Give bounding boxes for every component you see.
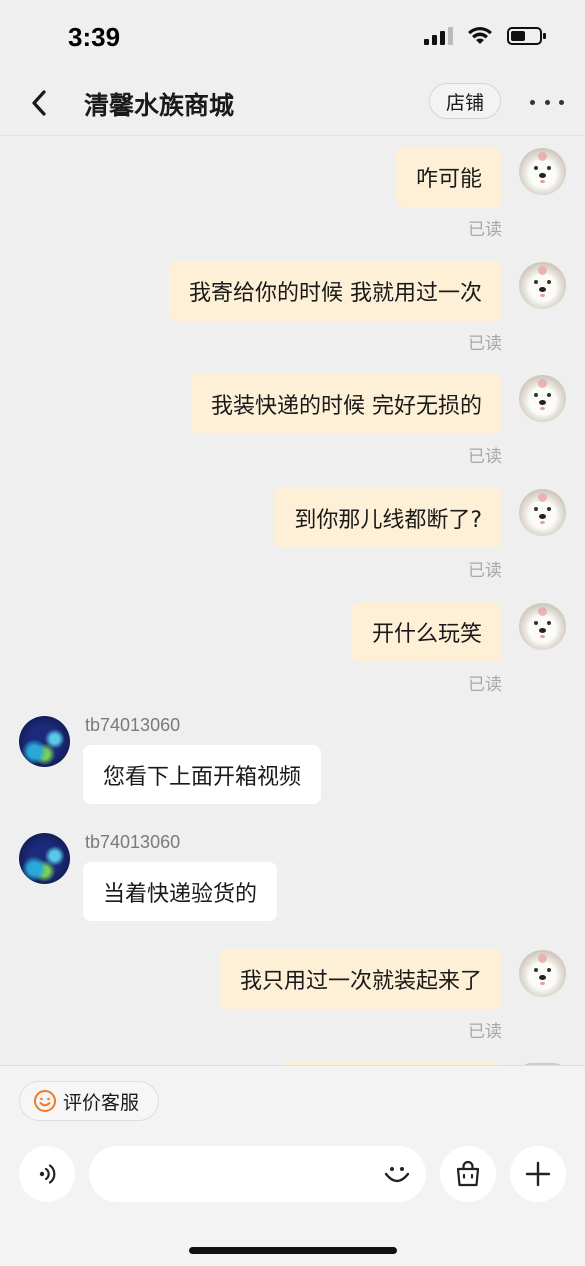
- status-time: 3:39: [68, 22, 121, 52]
- sender-name: tb74013060: [85, 832, 181, 852]
- read-status: 已读: [468, 675, 502, 695]
- chat-list[interactable]: 咋可能 已读 我寄给你的时候 我就用过一次 已读 我装快递的时候 完好无损的 已…: [0, 137, 585, 1065]
- more-dots-icon: [530, 99, 535, 105]
- message-bubble[interactable]: 咋可能: [395, 147, 502, 207]
- seller-avatar[interactable]: [19, 716, 70, 767]
- user-avatar[interactable]: [519, 262, 566, 309]
- read-status: 已读: [468, 1022, 502, 1042]
- input-panel: 评价客服: [0, 1065, 585, 1266]
- shopping-bag-icon: [456, 1160, 480, 1187]
- message-bubble[interactable]: 到你那儿线都断了?: [274, 488, 502, 548]
- read-status: 已读: [468, 220, 502, 240]
- battery-icon: [507, 27, 546, 45]
- sender-name: tb74013060: [85, 715, 181, 735]
- cellular-signal-icon: [424, 27, 453, 45]
- shopping-bag-button[interactable]: [440, 1146, 496, 1202]
- message-input[interactable]: [89, 1146, 426, 1202]
- read-status: 已读: [468, 561, 502, 581]
- chat-title: 清馨水族商城: [84, 91, 235, 120]
- voice-button[interactable]: [19, 1146, 75, 1202]
- user-avatar[interactable]: [519, 148, 566, 195]
- message-bubble[interactable]: 我装快递的时候 完好无损的: [191, 374, 502, 434]
- seller-avatar[interactable]: [19, 833, 70, 884]
- user-avatar[interactable]: [519, 950, 566, 997]
- home-indicator[interactable]: [189, 1247, 397, 1254]
- message-bubble[interactable]: 您看下上面开箱视频: [83, 745, 322, 804]
- nav-bar: 清馨水族商城 店铺: [0, 72, 585, 136]
- message-bubble[interactable]: 我只用过一次就装起来了: [219, 949, 502, 1009]
- message-bubble[interactable]: 开什么玩笑: [351, 602, 502, 662]
- rate-service-label: 评价客服: [63, 1091, 140, 1114]
- message-bubble[interactable]: 当着快递验货的: [83, 862, 278, 921]
- user-avatar[interactable]: [519, 375, 566, 422]
- read-status: 已读: [468, 447, 502, 467]
- plus-icon: [525, 1161, 551, 1187]
- emoji-icon: [384, 1167, 410, 1183]
- back-button[interactable]: [22, 86, 56, 120]
- emoji-button[interactable]: [380, 1157, 414, 1191]
- chevron-left-icon: [32, 90, 46, 116]
- more-button[interactable]: [530, 90, 564, 114]
- smile-icon: [34, 1090, 56, 1112]
- rate-service-button[interactable]: 评价客服: [19, 1081, 159, 1121]
- status-bar: 3:39: [0, 0, 585, 72]
- message-bubble[interactable]: 我寄给你的时候 我就用过一次: [169, 261, 502, 321]
- user-avatar[interactable]: [519, 489, 566, 536]
- user-avatar[interactable]: [519, 603, 566, 650]
- add-button[interactable]: [510, 1146, 566, 1202]
- voice-icon: [39, 1164, 56, 1184]
- status-icons: [423, 26, 547, 46]
- read-status: 已读: [468, 334, 502, 354]
- wifi-icon: [468, 27, 492, 44]
- store-button[interactable]: 店铺: [429, 83, 501, 119]
